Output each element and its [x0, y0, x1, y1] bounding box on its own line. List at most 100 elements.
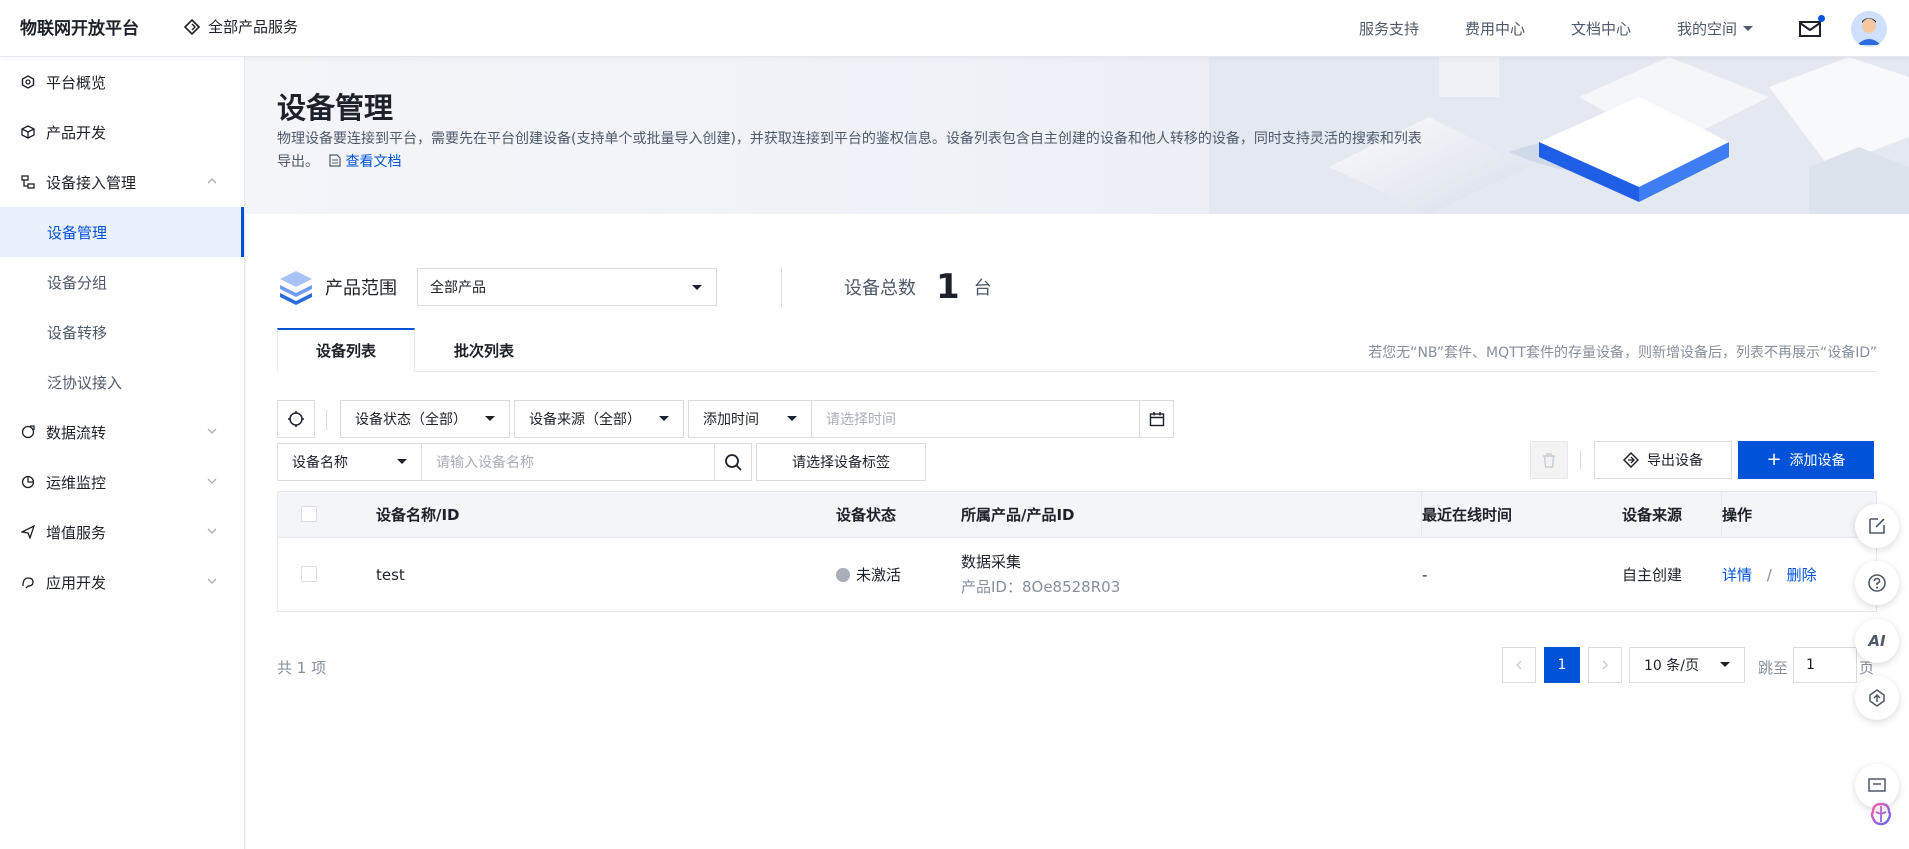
caret-down-icon — [1743, 26, 1753, 31]
send-icon — [20, 524, 36, 540]
product-scope-label: 产品范围 — [325, 278, 397, 299]
device-name[interactable]: test — [376, 566, 405, 584]
device-tag-select[interactable]: 请选择设备标签 — [756, 443, 926, 481]
export-devices-button[interactable]: 导出设备 — [1594, 441, 1732, 479]
nav-my-space[interactable]: 我的空间 — [1677, 18, 1753, 39]
ai-assistant-button[interactable]: AI — [1855, 619, 1899, 663]
top-nav: 服务支持 费用中心 文档中心 我的空间 — [1359, 0, 1909, 57]
device-total-count: 1 — [936, 267, 960, 307]
device-status-filter[interactable]: 设备状态（全部） — [340, 400, 510, 438]
page-title: 设备管理 — [277, 91, 394, 125]
sidebar-item-value-added[interactable]: 增值服务 — [0, 507, 244, 557]
sidebar-subitem-generic-protocol[interactable]: 泛协议接入 — [0, 357, 244, 407]
feedback-edit-button[interactable] — [1855, 504, 1899, 548]
batch-delete-button[interactable] — [1530, 441, 1568, 479]
page-button-current[interactable]: 1 — [1544, 647, 1580, 683]
chevron-up-icon — [207, 178, 217, 184]
search-icon — [725, 454, 742, 471]
jump-to-input[interactable]: 1 — [1793, 647, 1857, 683]
mail-icon — [1799, 20, 1821, 37]
help-button[interactable] — [1855, 561, 1899, 605]
all-products-menu[interactable]: 全部产品服务 — [184, 16, 298, 37]
all-products-label: 全部产品服务 — [208, 18, 299, 36]
device-total-unit: 台 — [973, 278, 992, 299]
cube-icon — [20, 124, 36, 140]
cloud-upload-button[interactable] — [1855, 676, 1899, 720]
sidebar-item-data-flow[interactable]: 数据流转 — [0, 407, 244, 457]
detail-link[interactable]: 详情 — [1722, 566, 1752, 584]
sidebar-subitem-device-group[interactable]: 设备分组 — [0, 257, 244, 307]
delete-link[interactable]: 删除 — [1787, 566, 1817, 584]
sidebar-item-ops-monitoring[interactable]: 运维监控 — [0, 457, 244, 507]
calendar-button[interactable] — [1139, 401, 1173, 437]
brain-assistant-icon[interactable] — [1867, 800, 1895, 828]
view-docs-label: 查看文档 — [345, 154, 402, 170]
mail-button[interactable] — [1799, 14, 1825, 38]
table-row: test 未激活 数据采集 产品ID：8Oe8528R03 - 自主创建 详情 … — [278, 537, 1876, 611]
nav-service-support[interactable]: 服务支持 — [1359, 18, 1419, 39]
hexagon-icon — [20, 74, 36, 90]
device-total-label: 设备总数 — [844, 278, 916, 299]
sidebar-item-app-dev[interactable]: 应用开发 — [0, 557, 244, 607]
tab-device-list[interactable]: 设备列表 — [277, 328, 415, 372]
pagination-total: 共 1 项 — [277, 659, 327, 677]
search-button[interactable] — [714, 443, 752, 481]
export-devices-label: 导出设备 — [1647, 453, 1703, 469]
prev-page-button[interactable] — [1502, 647, 1536, 683]
sidebar-item-label: 应用开发 — [46, 573, 107, 592]
product-select[interactable]: 全部产品 — [417, 268, 717, 306]
cloud-icon — [1869, 689, 1885, 707]
time-range-picker[interactable]: 请选择时间 — [811, 400, 1174, 438]
divider — [326, 410, 327, 430]
add-device-label: 添加设备 — [1789, 453, 1846, 469]
column-header-last-online: 最近在线时间 — [1422, 506, 1513, 524]
brain-icon — [1870, 802, 1892, 826]
search-field-select[interactable]: 设备名称 — [277, 443, 422, 481]
select-all-checkbox[interactable] — [301, 506, 317, 522]
last-online-time: - — [1422, 565, 1428, 584]
product-id: 产品ID：8Oe8528R03 — [961, 578, 1121, 596]
sidebar-item-device-access[interactable]: 设备接入管理 — [0, 157, 244, 207]
device-name-placeholder: 请输入设备名称 — [436, 455, 534, 471]
tab-batch-list[interactable]: 批次列表 — [415, 328, 553, 372]
time-type-select[interactable]: 添加时间 — [688, 400, 812, 438]
device-source-filter[interactable]: 设备来源（全部） — [514, 400, 684, 438]
time-type-value: 添加时间 — [703, 412, 759, 428]
column-header-product: 所属产品/产品ID — [961, 506, 1075, 524]
nav-billing-center[interactable]: 费用中心 — [1465, 18, 1525, 39]
main-content: 设备管理 物理设备要连接到平台，需要先在平台创建设备(支持单个或批量导入创建)，… — [246, 57, 1909, 849]
next-page-button[interactable] — [1588, 647, 1622, 683]
sidebar-item-product-dev[interactable]: 产品开发 — [0, 107, 244, 157]
device-source: 自主创建 — [1622, 566, 1683, 584]
caret-down-icon — [692, 285, 702, 290]
divider — [781, 267, 782, 307]
row-checkbox[interactable] — [301, 566, 317, 582]
caret-down-icon — [485, 416, 495, 421]
sidebar-item-label: 产品开发 — [46, 123, 107, 142]
nav-doc-center[interactable]: 文档中心 — [1571, 18, 1631, 39]
page-size-select[interactable]: 10 条/页 — [1629, 647, 1745, 683]
sidebar-item-overview[interactable]: 平台概览 — [0, 57, 244, 107]
device-name-input[interactable]: 请输入设备名称 — [421, 443, 715, 481]
product-scope-bar: 产品范围 全部产品 设备总数 1 台 — [277, 257, 992, 317]
device-status: 未激活 — [836, 564, 901, 585]
device-tree-icon — [20, 174, 36, 190]
product-select-value: 全部产品 — [430, 280, 486, 296]
product-name[interactable]: 数据采集 — [961, 550, 1120, 575]
sidebar-subitem-device-management[interactable]: 设备管理 — [0, 207, 244, 257]
sidebar-item-label: 运维监控 — [46, 473, 107, 492]
refresh-button[interactable] — [277, 400, 315, 438]
brand-title[interactable]: 物联网开放平台 — [20, 14, 139, 39]
add-device-button[interactable]: + 添加设备 — [1738, 441, 1874, 479]
status-inactive-icon — [836, 568, 850, 582]
time-range-placeholder: 请选择时间 — [826, 412, 896, 428]
user-avatar[interactable] — [1851, 10, 1887, 47]
sidebar-subitem-device-transfer[interactable]: 设备转移 — [0, 307, 244, 357]
column-header-operations: 操作 — [1722, 506, 1753, 524]
sidebar-item-label: 增值服务 — [46, 523, 107, 542]
chevron-left-icon — [1516, 660, 1522, 670]
column-header-name: 设备名称/ID — [376, 506, 460, 524]
tab-bar: 设备列表 批次列表 若您无“NB”套件、MQTT套件的存量设备，则新增设备后，列… — [277, 328, 1877, 372]
view-docs-link[interactable]: 查看文档 — [329, 154, 401, 170]
calendar-icon — [1149, 412, 1164, 427]
